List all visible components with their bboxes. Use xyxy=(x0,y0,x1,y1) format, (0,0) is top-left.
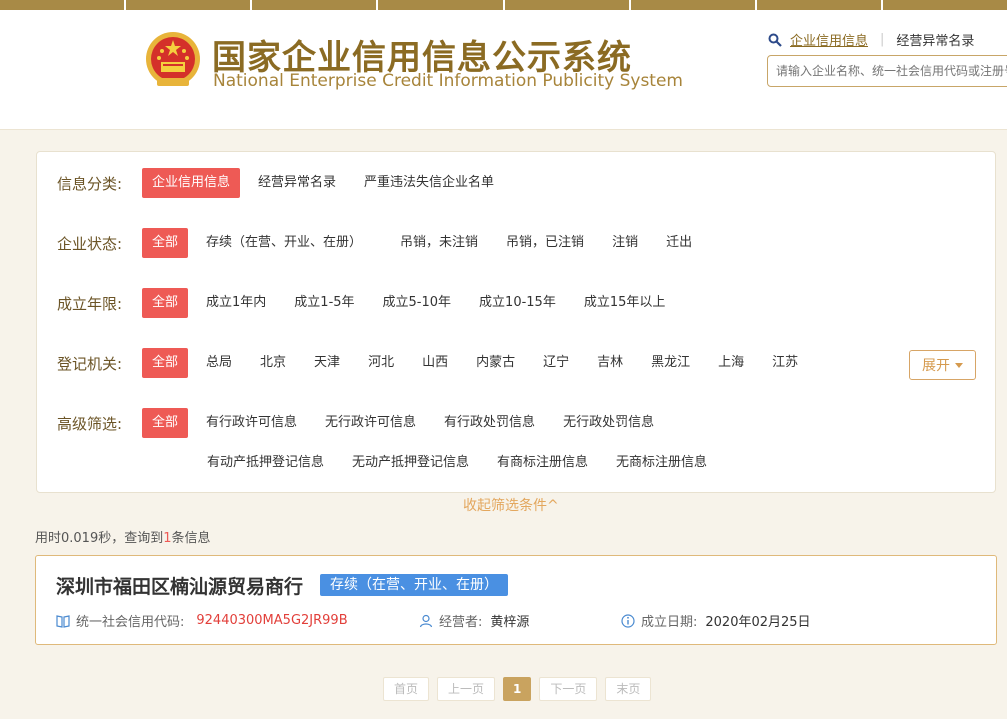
filter-label-status: 企业状态: xyxy=(57,234,123,253)
pagination: 首页 上一页 1 下一页 末页 xyxy=(383,677,659,701)
filter-authority-heilongjiang[interactable]: 黑龙江 xyxy=(641,348,700,378)
filter-authority-neimenggu[interactable]: 内蒙古 xyxy=(466,348,525,378)
filter-row-status: 企业状态: 全部 存续（在营、开业、在册） 吊销，未注销 吊销，已注销 注销 迁… xyxy=(57,228,710,258)
filter-status-cancelled[interactable]: 注销 xyxy=(602,228,648,258)
operator-label: 经营者: xyxy=(439,615,483,630)
filter-label-authority: 登记机关: xyxy=(57,354,123,373)
date-value: 2020年02月25日 xyxy=(705,615,811,630)
filter-authority-all[interactable]: 全部 xyxy=(142,348,189,378)
filter-years-1-5[interactable]: 成立1-5年 xyxy=(284,288,364,318)
result-card[interactable]: 深圳市福田区楠汕源贸易商行 存续（在营、开业、在册） 统一社会信用代码: 924… xyxy=(35,555,997,645)
filter-advanced-has-mortgage[interactable]: 有动产抵押登记信息 xyxy=(197,448,334,478)
national-emblem-icon xyxy=(146,32,200,86)
credit-code-value: 92440300MA5G2JR99B xyxy=(196,613,348,628)
filter-advanced-no-trademark[interactable]: 无商标注册信息 xyxy=(606,448,717,478)
filter-authority-shanxi[interactable]: 山西 xyxy=(412,348,458,378)
search-input[interactable] xyxy=(767,55,1007,87)
filter-status-active[interactable]: 存续（在营、开业、在册） xyxy=(196,228,372,258)
filter-years-1[interactable]: 成立1年内 xyxy=(196,288,276,318)
site-header: 国家企业信用信息公示系统 National Enterprise Credit … xyxy=(0,10,1007,130)
book-icon xyxy=(56,614,70,628)
company-name[interactable]: 深圳市福田区楠汕源贸易商行 xyxy=(56,572,303,599)
filter-advanced-no-license[interactable]: 无行政许可信息 xyxy=(315,408,426,438)
operator-value: 黄梓源 xyxy=(490,615,530,630)
filter-panel: 信息分类: 企业信用信息 经营异常名录 严重违法失信企业名单 企业状态: 全部 … xyxy=(36,151,996,493)
filter-authority-jilin[interactable]: 吉林 xyxy=(587,348,633,378)
link-abnormal-list[interactable]: 经营异常名录 xyxy=(896,30,974,49)
filter-category-blacklist[interactable]: 严重违法失信企业名单 xyxy=(354,168,504,198)
link-enterprise-credit[interactable]: 企业信用信息 xyxy=(790,30,868,49)
site-subtitle: National Enterprise Credit Information P… xyxy=(213,71,683,91)
stats-prefix: 用时0.019秒，查询到 xyxy=(35,531,164,546)
page-next-button[interactable]: 下一页 xyxy=(539,677,598,701)
filter-years-15-plus[interactable]: 成立15年以上 xyxy=(574,288,676,318)
filter-authority-beijing[interactable]: 北京 xyxy=(250,348,296,378)
filter-years-all[interactable]: 全部 xyxy=(142,288,189,318)
filter-authority-shanghai[interactable]: 上海 xyxy=(708,348,754,378)
filter-row-category: 信息分类: 企业信用信息 经营异常名录 严重违法失信企业名单 xyxy=(57,168,512,198)
filter-label-category: 信息分类: xyxy=(57,174,123,193)
expand-button[interactable]: 展开 xyxy=(909,350,976,380)
filter-status-revoked-cancelled[interactable]: 吊销，已注销 xyxy=(496,228,594,258)
page-first-button[interactable]: 首页 xyxy=(383,677,430,701)
stats-suffix: 条信息 xyxy=(171,531,211,546)
meta-date: 成立日期: 2020年02月25日 xyxy=(621,611,811,630)
page-current-button[interactable]: 1 xyxy=(503,677,532,701)
credit-code-label: 统一社会信用代码: xyxy=(76,615,185,630)
filter-advanced-has-penalty[interactable]: 有行政处罚信息 xyxy=(434,408,545,438)
expand-button-label: 展开 xyxy=(922,358,950,374)
filter-years-10-15[interactable]: 成立10-15年 xyxy=(469,288,566,318)
filter-label-years: 成立年限: xyxy=(57,294,123,313)
filter-row-advanced-2: 有动产抵押登记信息 无动产抵押登记信息 有商标注册信息 无商标注册信息 xyxy=(197,448,725,478)
filter-category-abnormal[interactable]: 经营异常名录 xyxy=(248,168,346,198)
search-icon xyxy=(768,33,782,47)
filter-category-credit[interactable]: 企业信用信息 xyxy=(142,168,241,198)
link-separator: | xyxy=(880,32,885,47)
filter-authority-jiangsu[interactable]: 江苏 xyxy=(762,348,808,378)
meta-operator: 经营者: 黄梓源 xyxy=(419,611,529,630)
filter-advanced-has-license[interactable]: 有行政许可信息 xyxy=(196,408,307,438)
filter-label-advanced: 高级筛选: xyxy=(57,414,123,433)
filter-row-years: 成立年限: 全部 成立1年内 成立1-5年 成立5-10年 成立10-15年 成… xyxy=(57,288,683,318)
search-stats: 用时0.019秒，查询到1条信息 xyxy=(35,527,211,546)
filter-authority-national[interactable]: 总局 xyxy=(196,348,242,378)
filter-authority-hebei[interactable]: 河北 xyxy=(358,348,404,378)
info-icon xyxy=(621,613,635,628)
date-label: 成立日期: xyxy=(641,615,698,630)
search-type-links: 企业信用信息 | 经营异常名录 xyxy=(768,30,974,49)
caret-down-icon xyxy=(955,362,963,368)
user-icon xyxy=(419,614,433,627)
filter-years-5-10[interactable]: 成立5-10年 xyxy=(373,288,462,318)
filter-advanced-has-trademark[interactable]: 有商标注册信息 xyxy=(487,448,598,478)
filter-advanced-no-penalty[interactable]: 无行政处罚信息 xyxy=(553,408,664,438)
filter-status-moved-out[interactable]: 迁出 xyxy=(656,228,702,258)
stats-count: 1 xyxy=(163,531,172,546)
page-last-button[interactable]: 末页 xyxy=(605,677,652,701)
page-prev-button[interactable]: 上一页 xyxy=(437,677,496,701)
meta-credit-code: 统一社会信用代码: 92440300MA5G2JR99B xyxy=(56,611,348,630)
filter-row-advanced: 高级筛选: 全部 有行政许可信息 无行政许可信息 有行政处罚信息 无行政处罚信息 xyxy=(57,408,672,438)
filter-authority-tianjin[interactable]: 天津 xyxy=(304,348,350,378)
filter-authority-liaoning[interactable]: 辽宁 xyxy=(533,348,579,378)
top-stripe xyxy=(0,0,1007,10)
filter-status-all[interactable]: 全部 xyxy=(142,228,189,258)
filter-advanced-all[interactable]: 全部 xyxy=(142,408,189,438)
filter-advanced-no-mortgage[interactable]: 无动产抵押登记信息 xyxy=(342,448,479,478)
status-badge: 存续（在营、开业、在册） xyxy=(320,574,508,596)
filter-status-revoked-not-cancelled[interactable]: 吊销，未注销 xyxy=(390,228,488,258)
filter-row-authority: 登记机关: 全部 总局 北京 天津 河北 山西 内蒙古 辽宁 吉林 黑龙江 上海… xyxy=(57,348,816,378)
collapse-filters-link[interactable]: 收起筛选条件^ xyxy=(463,495,559,515)
